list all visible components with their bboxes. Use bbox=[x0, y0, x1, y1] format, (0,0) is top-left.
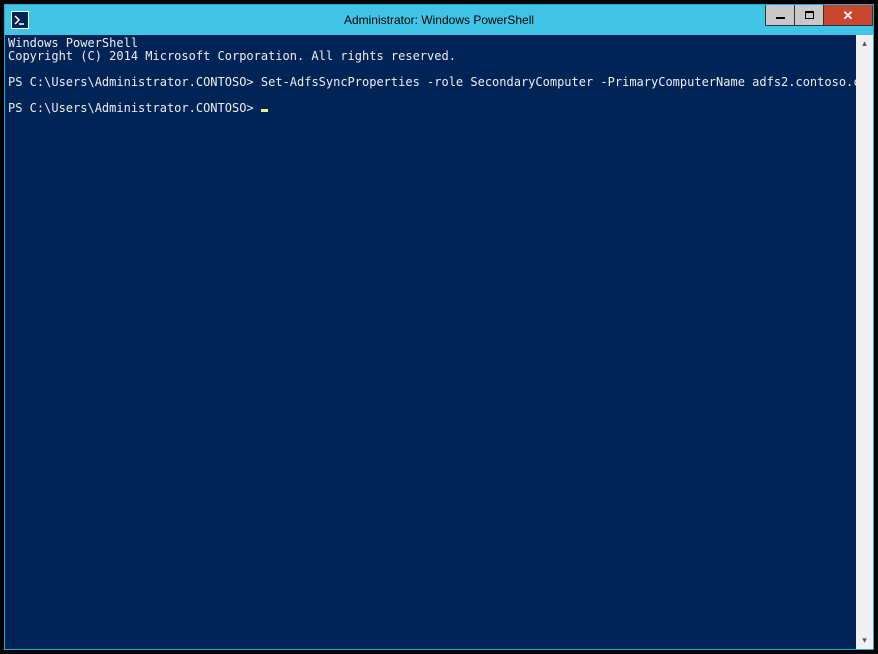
window-title: Administrator: Windows PowerShell bbox=[5, 13, 873, 27]
prompt-command bbox=[254, 101, 261, 115]
close-icon: ✕ bbox=[843, 9, 854, 22]
prompt-line: PS C:\Users\Administrator.CONTOSO> bbox=[8, 101, 268, 115]
client-area: Windows PowerShell Copyright (C) 2014 Mi… bbox=[5, 35, 873, 649]
scroll-track[interactable] bbox=[856, 52, 873, 632]
prompt-command: Set-AdfsSyncProperties -role SecondaryCo… bbox=[254, 75, 856, 89]
prompt-line: PS C:\Users\Administrator.CONTOSO> Set-A… bbox=[8, 75, 856, 89]
chevron-down-icon: ▾ bbox=[862, 635, 867, 646]
scroll-up-button[interactable]: ▴ bbox=[856, 35, 873, 52]
window-controls: ✕ bbox=[766, 5, 873, 26]
maximize-icon bbox=[805, 11, 814, 19]
vertical-scrollbar[interactable]: ▴ ▾ bbox=[856, 35, 873, 649]
prompt-prefix: PS C:\Users\Administrator.CONTOSO> bbox=[8, 101, 254, 115]
cursor bbox=[261, 109, 268, 112]
prompt-prefix: PS C:\Users\Administrator.CONTOSO> bbox=[8, 75, 254, 89]
minimize-button[interactable] bbox=[765, 5, 795, 26]
close-button[interactable]: ✕ bbox=[823, 5, 873, 26]
maximize-button[interactable] bbox=[794, 5, 824, 26]
titlebar[interactable]: Administrator: Windows PowerShell ✕ bbox=[5, 5, 873, 35]
powershell-window: Administrator: Windows PowerShell ✕ Wind… bbox=[4, 4, 874, 650]
output-line: Windows PowerShell bbox=[8, 36, 138, 50]
scroll-down-button[interactable]: ▾ bbox=[856, 632, 873, 649]
chevron-up-icon: ▴ bbox=[862, 38, 867, 49]
minimize-icon bbox=[776, 17, 785, 19]
terminal-output[interactable]: Windows PowerShell Copyright (C) 2014 Mi… bbox=[5, 35, 856, 649]
output-line: Copyright (C) 2014 Microsoft Corporation… bbox=[8, 49, 456, 63]
powershell-icon bbox=[11, 11, 29, 29]
